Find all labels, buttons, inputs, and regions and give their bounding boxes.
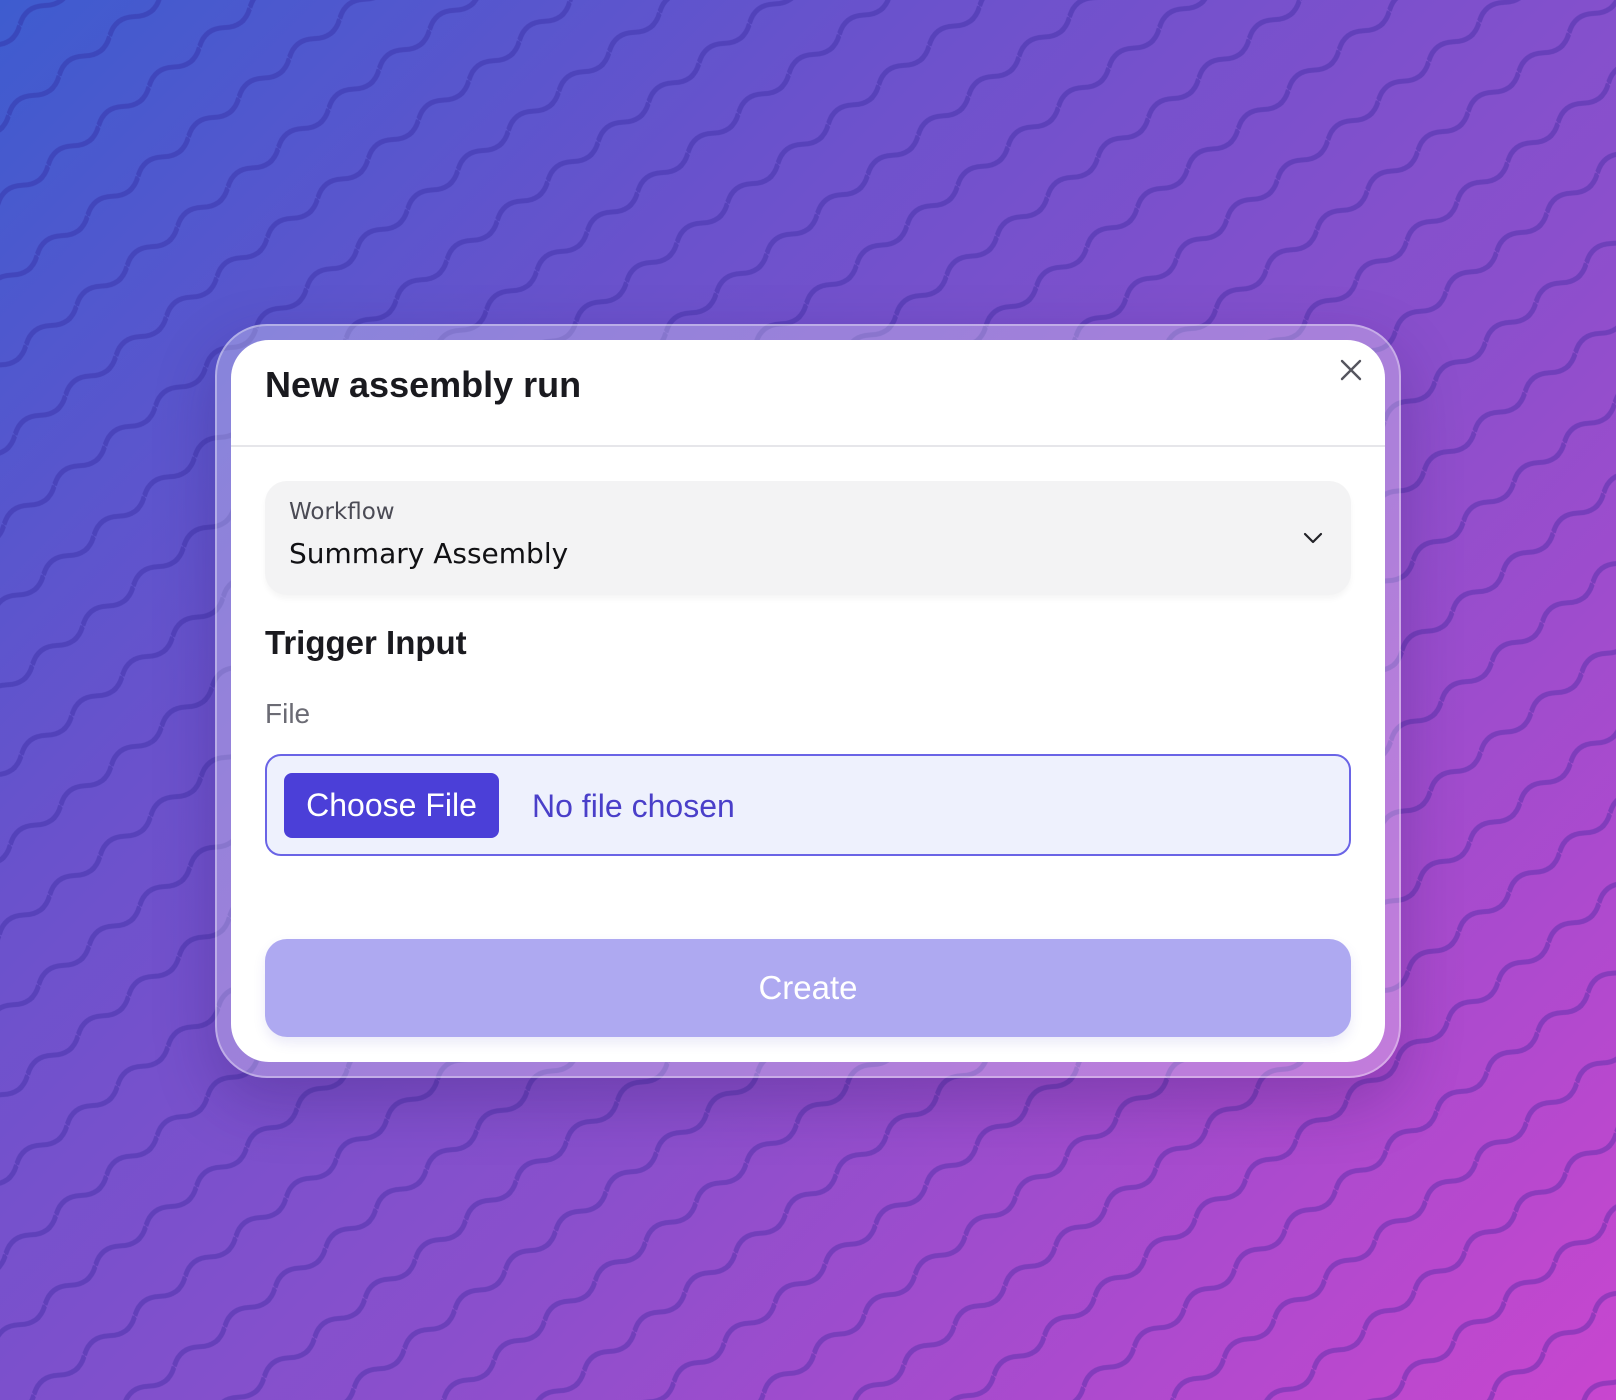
- close-icon: [1340, 359, 1362, 381]
- workflow-select[interactable]: Workflow Summary Assembly: [265, 481, 1351, 595]
- new-run-dialog: New assembly run Workflow Summary Assemb…: [231, 340, 1385, 1062]
- file-field-label: File: [265, 698, 311, 729]
- modal-title: New assembly run: [265, 364, 582, 405]
- chevron-down-icon: [1303, 532, 1323, 544]
- modal-header: New assembly run: [231, 340, 1385, 447]
- file-status-text: No file chosen: [532, 788, 735, 824]
- workflow-select-value: Summary Assembly: [289, 537, 569, 570]
- workflow-select-label: Workflow: [289, 499, 395, 525]
- file-input[interactable]: Choose File No file chosen: [265, 754, 1351, 856]
- choose-file-button[interactable]: Choose File: [284, 773, 499, 838]
- create-button[interactable]: Create: [265, 939, 1351, 1037]
- trigger-input-heading: Trigger Input: [265, 624, 467, 661]
- close-button[interactable]: [1333, 352, 1369, 388]
